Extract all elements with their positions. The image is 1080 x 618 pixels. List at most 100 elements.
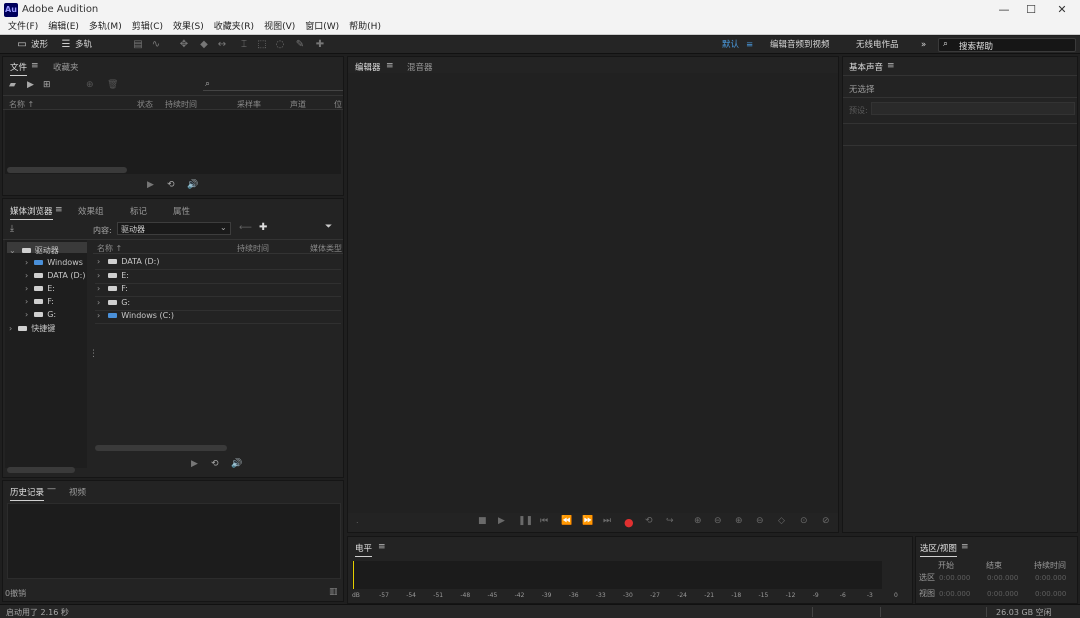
spectral-display-icon[interactable]: ▤	[132, 39, 144, 51]
view-duration[interactable]: 0:00.000	[1035, 590, 1066, 598]
menu-file[interactable]: 文件(F)	[4, 20, 42, 34]
loop-preview-icon[interactable]: ⟲	[211, 459, 219, 469]
pause-icon[interactable]: ❚❚	[518, 516, 533, 526]
menu-multitrack[interactable]: 多轨(M)	[85, 20, 126, 34]
chevron-down-icon[interactable]: ⌄	[9, 246, 16, 255]
tree-item[interactable]: › E:	[25, 284, 55, 293]
view-end[interactable]: 0:00.000	[987, 590, 1018, 598]
splitter-handle[interactable]: ⋮	[89, 349, 98, 363]
auto-play-icon[interactable]: 🔊	[231, 459, 242, 469]
delete-icon[interactable]: 🗑	[107, 80, 118, 90]
panel-menu-icon[interactable]: —	[47, 484, 56, 494]
tree-horizontal-scrollbar[interactable]	[7, 467, 75, 473]
selection-view-title[interactable]: 选区/视图	[920, 542, 957, 557]
multitrack-button[interactable]: 多轨	[75, 38, 92, 52]
tree-item[interactable]: › 快捷键	[9, 323, 55, 334]
spectral-pitch-icon[interactable]: ∿	[150, 39, 162, 51]
minimize-button[interactable]: —	[992, 2, 1016, 18]
tab-media-browser[interactable]: 媒体浏览器	[10, 205, 53, 220]
play-preview-icon[interactable]: ▶	[147, 180, 154, 190]
tab-markers[interactable]: 标记	[130, 205, 147, 217]
editor-canvas[interactable]	[348, 73, 838, 513]
play-icon[interactable]: ▶	[498, 516, 505, 526]
waveform-button[interactable]: 波形	[31, 38, 48, 52]
levels-title[interactable]: 电平	[355, 542, 373, 557]
menu-favorites[interactable]: 收藏夹(R)	[210, 20, 258, 34]
menu-window[interactable]: 窗口(W)	[301, 20, 343, 34]
view-start[interactable]: 0:00.000	[939, 590, 970, 598]
selection-duration[interactable]: 0:00.000	[1035, 574, 1066, 582]
add-shortcut-icon[interactable]: ⤓	[10, 224, 14, 234]
panel-menu-icon[interactable]: ≡	[961, 542, 969, 552]
list-item[interactable]: › Windows (C:)	[97, 311, 174, 320]
tab-effects-rack[interactable]: 效果组	[78, 205, 104, 217]
tree-item[interactable]: › G:	[25, 310, 56, 319]
menu-clip[interactable]: 剪辑(C)	[128, 20, 167, 34]
zoom-out-amplitude-icon[interactable]: ⊖	[714, 516, 722, 526]
workspace-menu-icon[interactable]: ≡	[746, 39, 753, 51]
zoom-in-amplitude-icon[interactable]: ⊕	[694, 516, 702, 526]
record-icon[interactable]: ●	[624, 516, 634, 529]
loop-playback-icon[interactable]: ⟲	[645, 516, 653, 526]
slip-tool-icon[interactable]: ↔	[216, 39, 228, 51]
panel-menu-icon[interactable]: ≡	[55, 205, 63, 215]
spot-healing-icon[interactable]: ✚	[314, 39, 326, 51]
tab-editor[interactable]: 编辑器	[355, 61, 381, 76]
list-item[interactable]: › G:	[97, 298, 130, 307]
panel-menu-icon[interactable]: ≡	[378, 542, 386, 552]
tab-video[interactable]: 视频	[69, 486, 86, 498]
maximize-button[interactable]: ☐	[1019, 2, 1043, 18]
chevron-right-icon[interactable]: ›	[97, 311, 100, 320]
chevron-right-icon[interactable]: ›	[97, 257, 100, 266]
zoom-in-time-icon[interactable]: ⊕	[735, 516, 743, 526]
tab-favorites[interactable]: 收藏夹	[53, 61, 79, 73]
tree-item[interactable]: › Windows	[25, 258, 83, 267]
chevron-right-icon[interactable]: ›	[97, 298, 100, 307]
selection-start[interactable]: 0:00.000	[939, 574, 970, 582]
insert-into-multitrack-icon[interactable]: ⊕	[86, 80, 94, 90]
close-button[interactable]: ✕	[1050, 2, 1074, 18]
files-horizontal-scrollbar[interactable]	[7, 167, 127, 173]
skip-selection-icon[interactable]: ↪	[666, 516, 674, 526]
rewind-icon[interactable]: ⏪	[561, 516, 572, 526]
tab-mixer[interactable]: 混音器	[407, 61, 433, 73]
chevron-right-icon[interactable]: ›	[25, 310, 28, 319]
stop-icon[interactable]: ■	[478, 516, 487, 526]
brush-tool-icon[interactable]: ✎	[294, 39, 306, 51]
time-selection-tool-icon[interactable]: ⌶	[238, 39, 250, 51]
move-to-next-icon[interactable]: ⏭	[603, 516, 611, 526]
lasso-tool-icon[interactable]: ◌	[274, 39, 286, 51]
content-dropdown[interactable]: 驱动器 ⌄	[117, 222, 231, 235]
razor-tool-icon[interactable]: ◆	[198, 39, 210, 51]
menu-view[interactable]: 视图(V)	[260, 20, 299, 34]
open-file-icon[interactable]: ▰	[9, 80, 16, 90]
tab-history[interactable]: 历史记录	[10, 486, 45, 501]
search-help-input[interactable]: 搜索帮助	[959, 40, 993, 52]
panel-menu-icon[interactable]: ≡	[31, 61, 39, 71]
chevron-right-icon[interactable]: ›	[25, 271, 28, 280]
zoom-out-full-icon[interactable]: ◇	[778, 516, 785, 526]
history-list[interactable]	[7, 503, 341, 579]
list-item[interactable]: › DATA (D:)	[97, 257, 159, 266]
filter-icon[interactable]: ⏷	[325, 222, 332, 232]
selection-end[interactable]: 0:00.000	[987, 574, 1018, 582]
move-to-previous-icon[interactable]: ⏮	[540, 516, 548, 526]
workspace-radio-production[interactable]: 无线电作品	[856, 39, 899, 51]
files-list[interactable]	[5, 110, 341, 174]
delete-history-icon[interactable]: ▥	[329, 587, 338, 597]
menu-effects[interactable]: 效果(S)	[169, 20, 208, 34]
workspace-default[interactable]: 默认	[722, 39, 739, 51]
play-preview-icon[interactable]: ▶	[191, 459, 198, 469]
tab-files[interactable]: 文件	[10, 61, 28, 76]
list-item[interactable]: › E:	[97, 271, 129, 280]
menu-help[interactable]: 帮助(H)	[345, 20, 385, 34]
chevron-right-icon[interactable]: ›	[97, 271, 100, 280]
auto-play-icon[interactable]: 🔊	[187, 180, 198, 190]
preset-dropdown[interactable]	[871, 102, 1075, 115]
chevron-right-icon[interactable]: ›	[9, 324, 12, 333]
tree-item[interactable]: ⌄ 驱动器	[9, 245, 59, 256]
zoom-in-selection-icon[interactable]: ⊙	[800, 516, 808, 526]
panel-menu-icon[interactable]: ≡	[386, 61, 394, 71]
new-file-icon[interactable]: ⊞	[43, 80, 51, 90]
marquee-tool-icon[interactable]: ⬚	[256, 39, 268, 51]
